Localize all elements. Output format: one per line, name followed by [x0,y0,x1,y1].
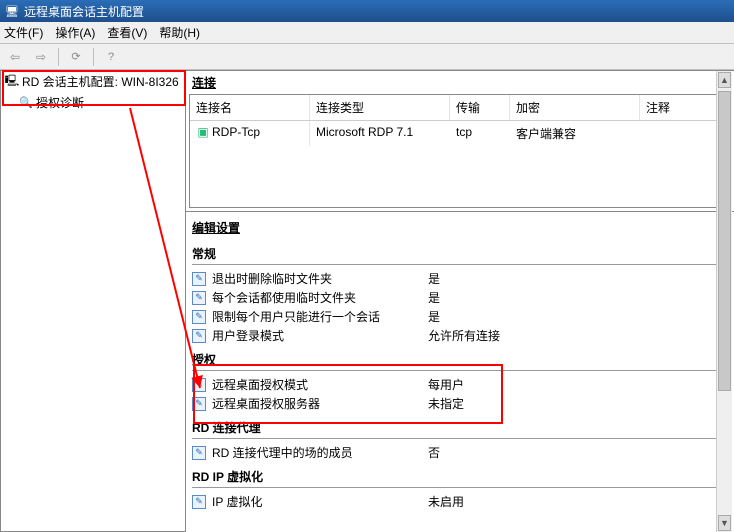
setting-label: 用户登录模式 [212,327,422,344]
connections-heading: 连接 [186,71,734,94]
group-broker: RD 连接代理 [192,413,722,439]
conn-type: Microsoft RDP 7.1 [310,121,450,146]
conn-name: RDP-Tcp [212,125,260,139]
connections-table: 连接名 连接类型 传输 加密 注释 ▣RDP-Tcp Microsoft RDP… [189,94,731,208]
property-icon: ✎ [192,378,206,392]
conn-transport: tcp [450,121,510,146]
broker-list: ✎ RD 连接代理中的场的成员 否 [192,443,728,462]
vertical-scrollbar[interactable]: ▲ ▼ [716,71,732,532]
setting-label: 远程桌面授权服务器 [212,395,422,412]
toolbar-separator [58,48,59,66]
setting-label: RD 连接代理中的场的成员 [212,444,422,461]
menu-help[interactable]: 帮助(H) [159,24,200,41]
setting-value: 未启用 [428,493,464,510]
setting-label: 限制每个用户只能进行一个会话 [212,308,422,325]
tree-child-label: 授权诊断 [36,94,84,111]
property-icon: ✎ [192,272,206,286]
connections-header-row: 连接名 连接类型 传输 加密 注释 [190,95,730,121]
setting-row[interactable]: ✎ 限制每个用户只能进行一个会话 是 [192,307,728,326]
settings-heading: 编辑设置 [192,216,728,239]
refresh-icon: ⟳ [69,50,83,64]
details-pane: 连接 连接名 连接类型 传输 加密 注释 ▣RDP-Tcp Microsoft … [186,70,734,532]
general-list: ✎ 退出时删除临时文件夹 是 ✎ 每个会话都使用临时文件夹 是 ✎ 限制每个用户… [192,269,728,345]
conn-encryption: 客户端兼容 [510,121,640,146]
scroll-down-button[interactable]: ▼ [718,515,731,531]
setting-row[interactable]: ✎ 远程桌面授权模式 每用户 [192,375,728,394]
col-header-transport[interactable]: 传输 [450,95,510,120]
license-list: ✎ 远程桌面授权模式 每用户 ✎ 远程桌面授权服务器 未指定 [192,375,728,413]
toolbar-separator [93,48,94,66]
col-header-encryption[interactable]: 加密 [510,95,640,120]
server-icon: 🖳 [5,75,19,89]
property-icon: ✎ [192,397,206,411]
tree-root-node[interactable]: 🖳 RD 会话主机配置: WIN-8I326 [1,71,185,92]
app-icon: 🖥 [4,3,20,19]
network-icon: ▣ [196,125,210,139]
setting-value: 否 [428,444,440,461]
setting-row[interactable]: ✎ 退出时删除临时文件夹 是 [192,269,728,288]
setting-value: 是 [428,308,440,325]
toolbar-back-button[interactable]: ⇦ [4,47,26,67]
setting-row[interactable]: ✎ RD 连接代理中的场的成员 否 [192,443,728,462]
setting-value: 是 [428,270,440,287]
toolbar: ⇦ ⇨ ⟳ ? [0,44,734,70]
setting-row[interactable]: ✎ 用户登录模式 允许所有连接 [192,326,728,345]
diagnose-icon: 🔍 [19,96,33,110]
ipvirt-list: ✎ IP 虚拟化 未启用 [192,492,728,511]
toolbar-help-button[interactable]: ? [100,47,122,67]
scroll-up-button[interactable]: ▲ [718,72,731,88]
property-icon: ✎ [192,291,206,305]
setting-label: 退出时删除临时文件夹 [212,270,422,287]
group-license: 授权 [192,345,722,371]
menu-view[interactable]: 查看(V) [107,24,147,41]
col-header-name[interactable]: 连接名 [190,95,310,120]
connection-row[interactable]: ▣RDP-Tcp Microsoft RDP 7.1 tcp 客户端兼容 [190,121,730,146]
setting-value: 未指定 [428,395,464,412]
help-icon: ? [104,50,118,64]
menu-file[interactable]: 文件(F) [4,24,43,41]
group-general: 常规 [192,239,722,265]
setting-label: IP 虚拟化 [212,493,422,510]
tree-child-node[interactable]: 🔍 授权诊断 [1,92,185,113]
setting-value: 是 [428,289,440,306]
setting-label: 每个会话都使用临时文件夹 [212,289,422,306]
setting-row[interactable]: ✎ IP 虚拟化 未启用 [192,492,728,511]
settings-panel: 编辑设置 常规 ✎ 退出时删除临时文件夹 是 ✎ 每个会话都使用临时文件夹 是 … [186,211,734,511]
setting-value: 每用户 [428,376,464,393]
setting-value: 允许所有连接 [428,327,500,344]
toolbar-refresh-button[interactable]: ⟳ [65,47,87,67]
scroll-thumb[interactable] [718,91,731,391]
setting-label: 远程桌面授权模式 [212,376,422,393]
group-ipvirt: RD IP 虚拟化 [192,462,722,488]
setting-row[interactable]: ✎ 远程桌面授权服务器 未指定 [192,394,728,413]
property-icon: ✎ [192,495,206,509]
menu-action[interactable]: 操作(A) [55,24,95,41]
tree-root-label: RD 会话主机配置: WIN-8I326 [22,73,179,90]
window-titlebar: 🖥 远程桌面会话主机配置 [0,0,734,22]
col-header-type[interactable]: 连接类型 [310,95,450,120]
window-title: 远程桌面会话主机配置 [24,3,144,20]
setting-row[interactable]: ✎ 每个会话都使用临时文件夹 是 [192,288,728,307]
menu-bar: 文件(F) 操作(A) 查看(V) 帮助(H) [0,22,734,44]
property-icon: ✎ [192,329,206,343]
toolbar-forward-button[interactable]: ⇨ [30,47,52,67]
tree-pane: 🖳 RD 会话主机配置: WIN-8I326 🔍 授权诊断 [0,70,186,532]
property-icon: ✎ [192,310,206,324]
property-icon: ✎ [192,446,206,460]
